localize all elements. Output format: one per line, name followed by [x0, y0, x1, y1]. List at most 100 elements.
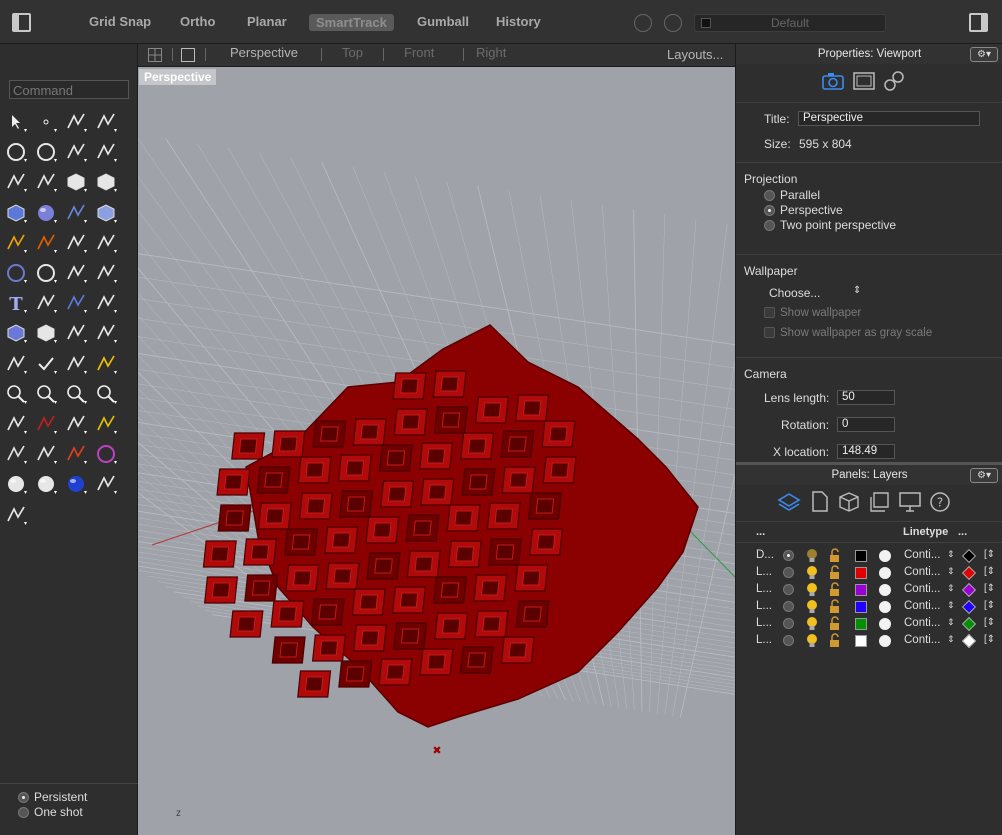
select-tool-icon[interactable] [3, 109, 29, 135]
layer-name[interactable]: D... [756, 549, 774, 561]
lightbulb-icon[interactable] [805, 633, 819, 648]
copy-tool-icon[interactable] [93, 290, 119, 316]
patch-tool-icon[interactable] [93, 169, 119, 195]
current-layer-radio[interactable] [783, 584, 794, 595]
color-wheel-tool-icon[interactable] [93, 441, 119, 467]
material-icon[interactable] [879, 601, 891, 613]
layer-color-swatch[interactable] [855, 635, 867, 647]
layer-row[interactable]: L... Conti... ⇕ [⇕ [736, 598, 1002, 615]
rotation-input[interactable]: 0 [837, 417, 895, 432]
print-color-icon[interactable] [961, 548, 977, 564]
cylinder-tool-icon[interactable] [63, 200, 89, 226]
lightbulb-icon[interactable] [805, 599, 819, 614]
zoom-extents-tool-icon[interactable] [63, 381, 89, 407]
column-more-header[interactable]: ... [958, 526, 967, 542]
record-icon[interactable] [664, 14, 682, 32]
zoom-window-tool-icon[interactable] [33, 381, 59, 407]
text-tool-icon[interactable]: T [3, 290, 29, 316]
layouts-button[interactable]: Layouts... [667, 47, 723, 62]
unlocked-icon[interactable] [828, 616, 842, 631]
lightbulb-icon[interactable] [805, 582, 819, 597]
surface-tool-icon[interactable] [63, 169, 89, 195]
point-tool-icon[interactable] [33, 109, 59, 135]
osnap-one-shot-radio[interactable]: One shot [18, 805, 83, 819]
render-settings-tool-icon[interactable] [63, 441, 89, 467]
current-layer-radio[interactable] [783, 618, 794, 629]
render-sphere-tool-icon[interactable] [3, 471, 29, 497]
layout-page-icon[interactable] [869, 491, 891, 513]
materials-tool-icon[interactable] [63, 411, 89, 437]
print-width-icon[interactable]: [⇕ [984, 566, 995, 577]
osnap-persistent-radio[interactable]: Persistent [18, 790, 87, 804]
layer-row[interactable]: L... Conti... ⇕ [⇕ [736, 632, 1002, 649]
linetype-stepper-icon[interactable]: ⇕ [947, 634, 955, 645]
linetype-stepper-icon[interactable]: ⇕ [947, 566, 955, 577]
title-input[interactable]: Perspective [798, 111, 980, 126]
circles-intersect-tool-icon[interactable] [33, 260, 59, 286]
ellipse-tool-icon[interactable] [33, 139, 59, 165]
shade-tool-icon[interactable] [63, 351, 89, 377]
lightbulb-icon[interactable] [805, 616, 819, 631]
tab-top[interactable]: Top [342, 45, 363, 60]
circles-boolean-tool-icon[interactable] [3, 260, 29, 286]
lock-tool-icon[interactable] [33, 441, 59, 467]
toggle-left-sidebar-icon[interactable] [12, 13, 31, 32]
blue-sphere-tool-icon[interactable] [63, 471, 89, 497]
viewport-canvas[interactable]: ✖ [138, 67, 735, 835]
unlocked-icon[interactable] [828, 599, 842, 614]
gumball-button[interactable]: Gumball [417, 14, 469, 29]
zoom-selected-tool-icon[interactable] [93, 381, 119, 407]
curve-tool-icon[interactable] [93, 109, 119, 135]
linetype-value[interactable]: Conti... [904, 617, 940, 629]
projection-parallel-radio[interactable]: Parallel [764, 188, 820, 202]
tab-right[interactable]: Right [476, 45, 506, 60]
rotate-tool-icon[interactable] [63, 260, 89, 286]
show-wallpaper-checkbox[interactable] [764, 307, 775, 318]
snap-dots-tool-icon[interactable] [3, 502, 29, 528]
check-tool-icon[interactable] [33, 351, 59, 377]
unlocked-icon[interactable] [828, 548, 842, 563]
zoom-tool-icon[interactable] [3, 381, 29, 407]
layer-tools-tool-icon[interactable] [93, 411, 119, 437]
car-render-tool-icon[interactable] [33, 411, 59, 437]
layer-color-swatch[interactable] [855, 584, 867, 596]
x-location-input[interactable]: 148.49 [837, 444, 895, 459]
plane-tool-icon[interactable] [93, 200, 119, 226]
print-width-icon[interactable]: [⇕ [984, 549, 995, 560]
explode-tool-icon[interactable] [3, 230, 29, 256]
grid-snap-button[interactable]: Grid Snap [89, 14, 151, 29]
lightbulb-icon[interactable] [805, 565, 819, 580]
current-layer-radio[interactable] [783, 601, 794, 612]
current-layer-radio[interactable] [783, 567, 794, 578]
print-width-icon[interactable]: [⇕ [984, 617, 995, 628]
circle-tool-icon[interactable] [3, 139, 29, 165]
print-color-icon[interactable] [961, 565, 977, 581]
orient-tool-icon[interactable] [93, 260, 119, 286]
layers-gear-button[interactable]: ⚙▾ [970, 468, 998, 483]
layer-color-swatch[interactable] [855, 618, 867, 630]
single-viewport-icon[interactable] [181, 48, 195, 62]
gradient-tool-icon[interactable] [93, 471, 119, 497]
paint-tool-icon[interactable] [93, 351, 119, 377]
print-width-icon[interactable]: [⇕ [984, 634, 995, 645]
command-input[interactable]: Command [9, 80, 129, 99]
history-button[interactable]: History [496, 14, 541, 29]
fillet-tool-icon[interactable] [33, 169, 59, 195]
viewport-label[interactable]: Perspective [139, 69, 217, 85]
polygon-tool-icon[interactable] [3, 169, 29, 195]
layers-icon[interactable] [777, 491, 801, 513]
tab-front[interactable]: Front [404, 45, 434, 60]
current-layer-radio[interactable] [783, 550, 794, 561]
arc-tool-icon[interactable] [63, 139, 89, 165]
layer-color-swatch[interactable] [855, 567, 867, 579]
print-color-icon[interactable] [961, 599, 977, 615]
tab-perspective[interactable]: Perspective [230, 45, 298, 60]
layer-name[interactable]: L... [756, 600, 772, 612]
layer-name[interactable]: L... [756, 583, 772, 595]
properties-gear-button[interactable]: ⚙▾ [970, 47, 998, 62]
help-icon[interactable]: ? [929, 491, 951, 513]
viewport-frame-icon[interactable] [853, 72, 875, 90]
material-icon[interactable] [879, 567, 891, 579]
linetype-stepper-icon[interactable]: ⇕ [947, 617, 955, 628]
display-icon[interactable] [898, 491, 922, 513]
